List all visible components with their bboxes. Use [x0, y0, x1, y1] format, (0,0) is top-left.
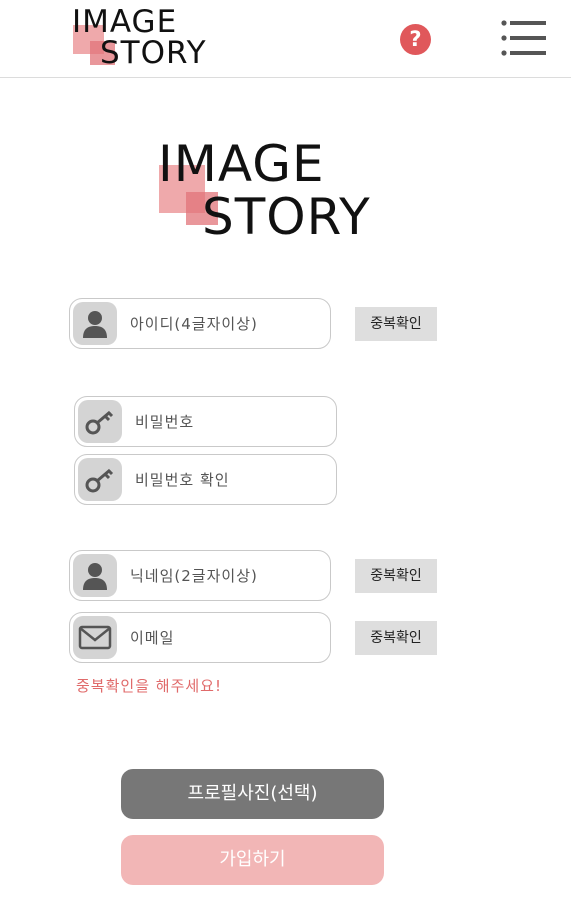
- id-check-button[interactable]: 중복확인: [355, 307, 437, 341]
- user-icon: [83, 563, 107, 590]
- app-header: IMAGE STORY ?: [0, 0, 571, 78]
- hamburger-menu-icon: [501, 20, 546, 56]
- password-confirm-input[interactable]: [135, 465, 325, 495]
- hero-logo: IMAGE STORY: [158, 135, 370, 252]
- logo-text-line1: IMAGE: [72, 4, 178, 40]
- key-icon-box: [78, 400, 122, 443]
- logo-text-line1: IMAGE: [158, 135, 325, 193]
- password-input[interactable]: [135, 407, 325, 437]
- id-input[interactable]: [130, 309, 320, 339]
- key-icon: [85, 468, 114, 493]
- logo-text-line2: STORY: [202, 188, 371, 246]
- question-circle-icon: ?: [409, 27, 422, 51]
- mail-icon-box: [73, 616, 117, 659]
- id-field: [69, 298, 331, 349]
- password-field: [74, 396, 337, 447]
- nickname-input[interactable]: [130, 561, 320, 591]
- logo-text-line2: STORY: [100, 35, 207, 71]
- header-logo[interactable]: IMAGE STORY: [72, 4, 206, 72]
- profile-photo-button[interactable]: 프로필사진(선택): [121, 769, 384, 819]
- help-button[interactable]: ?: [400, 24, 431, 55]
- mail-icon: [78, 625, 112, 650]
- key-icon-box: [78, 458, 122, 501]
- user-icon-box: [73, 554, 117, 597]
- email-input[interactable]: [130, 623, 320, 653]
- email-check-button[interactable]: 중복확인: [355, 621, 437, 655]
- duplicate-check-warning: 중복확인을 해주세요!: [76, 677, 222, 695]
- user-icon: [83, 311, 107, 338]
- join-button[interactable]: 가입하기: [121, 835, 384, 885]
- menu-button[interactable]: [499, 19, 547, 57]
- email-field: [69, 612, 331, 663]
- nickname-field: [69, 550, 331, 601]
- user-icon-box: [73, 302, 117, 345]
- key-icon: [85, 410, 114, 435]
- password-confirm-field: [74, 454, 337, 505]
- nickname-check-button[interactable]: 중복확인: [355, 559, 437, 593]
